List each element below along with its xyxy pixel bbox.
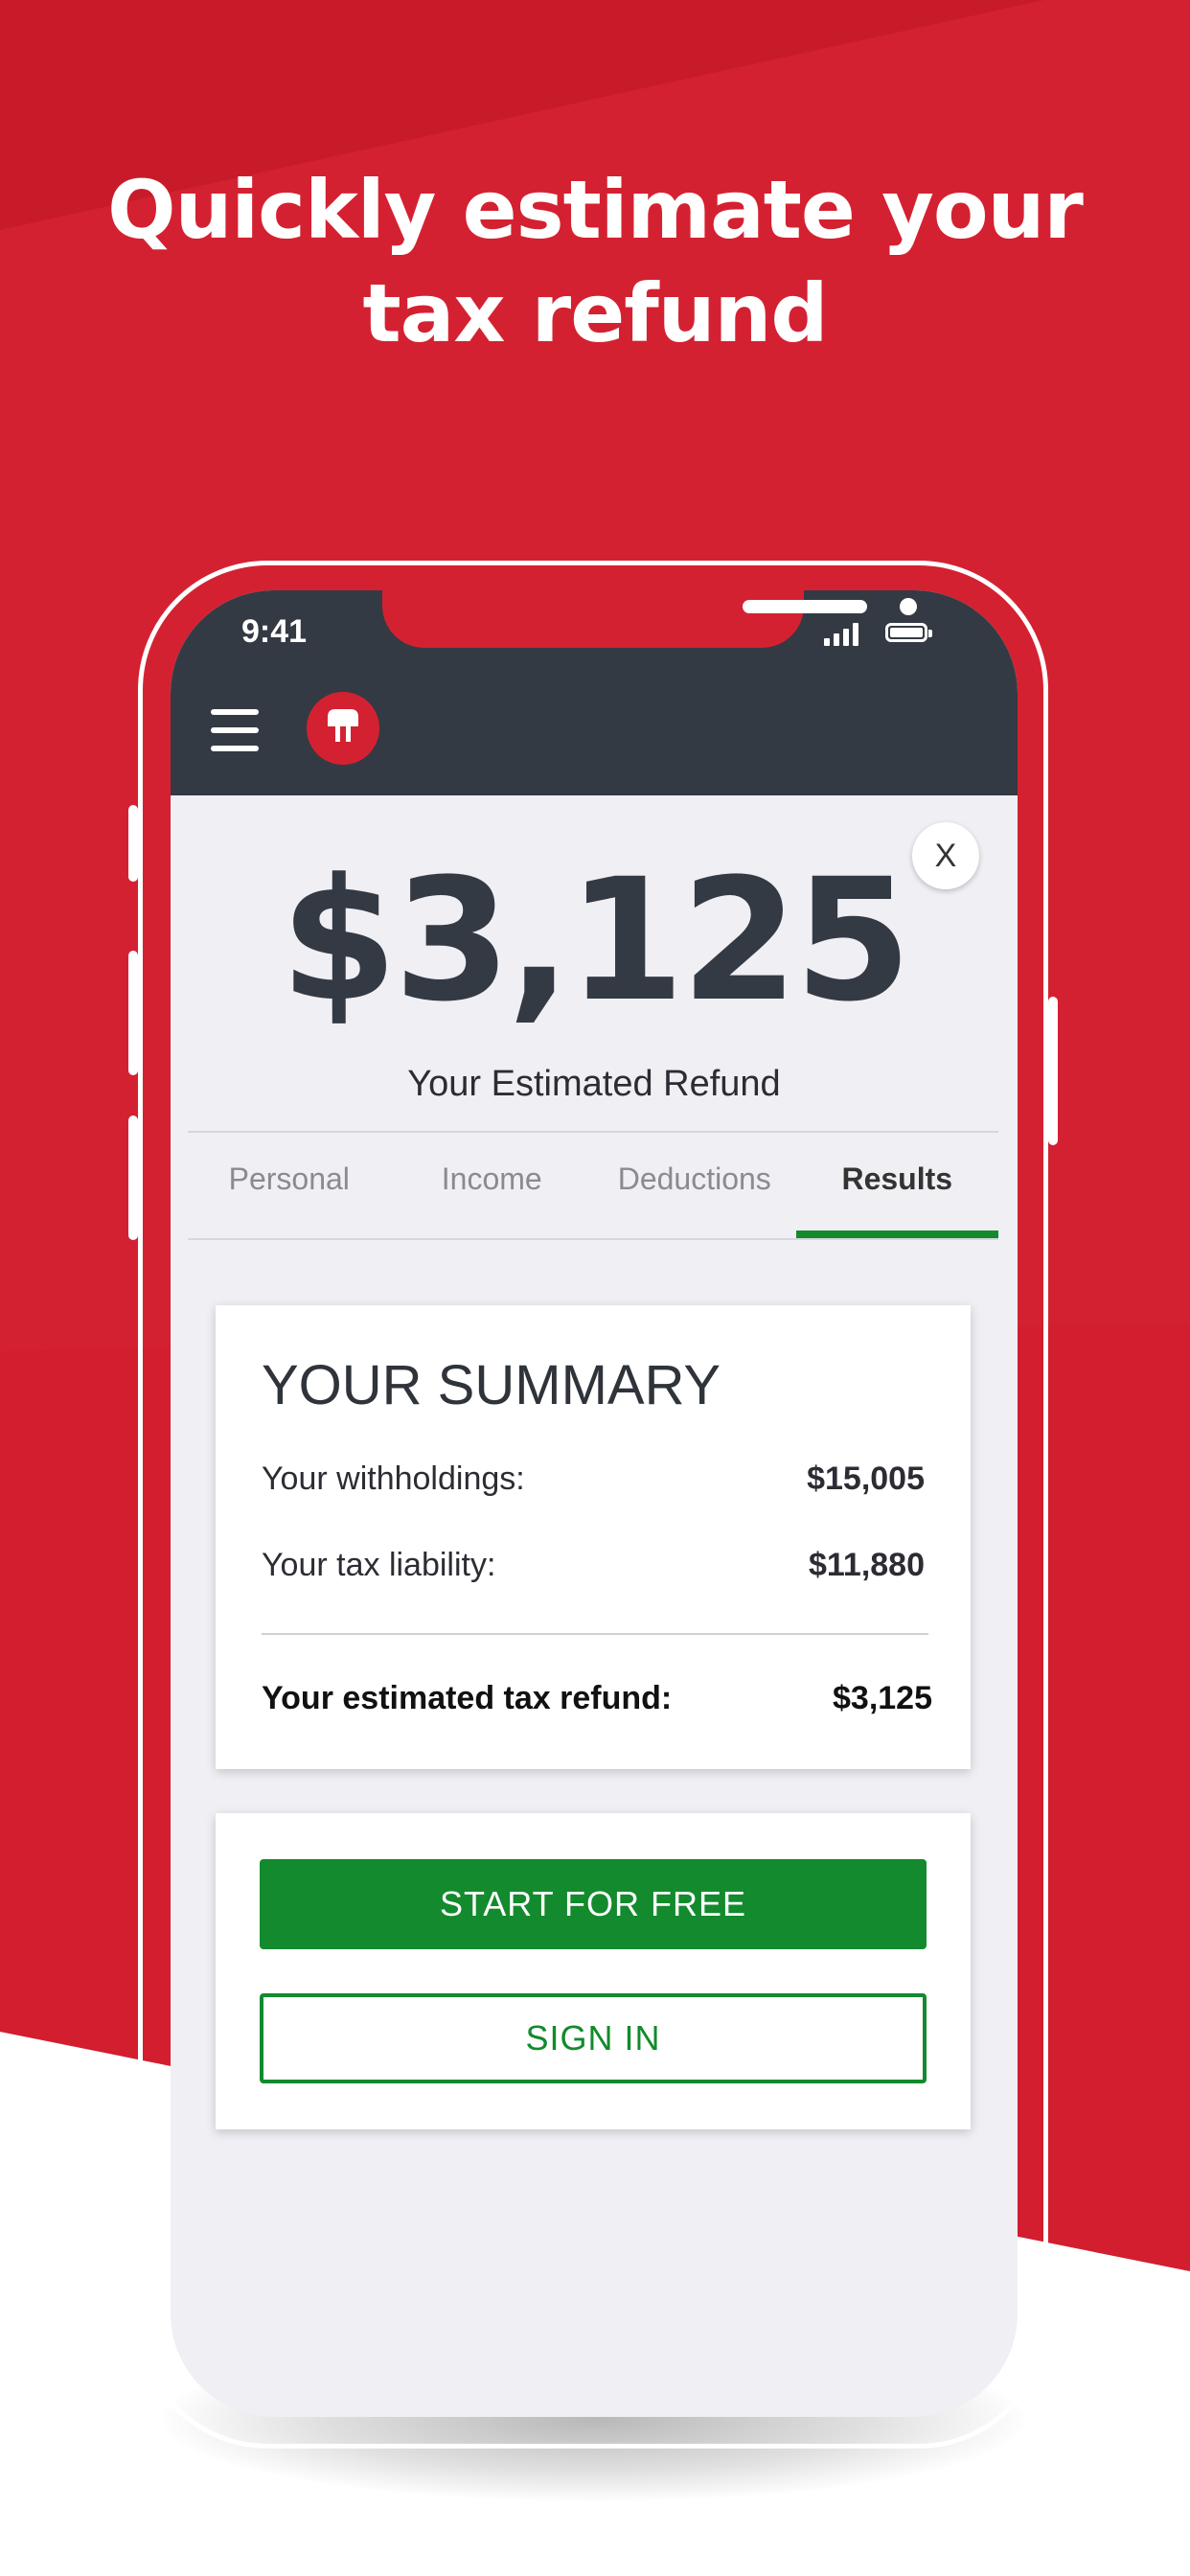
tax-liability-label: Your tax liability: (262, 1547, 496, 1583)
headline-line-2: tax refund (362, 266, 829, 360)
app-header: 9:41 (171, 590, 1018, 795)
front-camera (900, 598, 917, 615)
signal-bars-icon (824, 623, 858, 646)
refund-amount: $3,125 (280, 842, 911, 1039)
battery-icon (885, 623, 932, 642)
headline: Quickly estimate your tax refund (0, 158, 1190, 365)
tab-results[interactable]: Results (795, 1133, 999, 1238)
estimated-refund-row: Your estimated tax refund: $3,125 (262, 1680, 932, 1728)
spartan-helmet-logo[interactable] (307, 692, 379, 765)
phone-screen: 9:41 X $3,125 Your Estimated Refund Pers… (171, 590, 1018, 2417)
tax-liability-row: Your tax liability: $11,880 (262, 1547, 925, 1595)
estimated-refund-value: $3,125 (833, 1680, 932, 1716)
withholdings-label: Your withholdings: (262, 1460, 525, 1497)
tab-bar: Personal Income Deductions Results (188, 1131, 998, 1240)
estimated-refund-label: Your estimated tax refund: (262, 1680, 673, 1716)
withholdings-value: $15,005 (807, 1460, 925, 1497)
phone-power-button (1048, 997, 1058, 1145)
phone-volume-down-button (128, 1116, 138, 1240)
start-for-free-button[interactable]: START FOR FREE (260, 1859, 927, 1949)
status-time: 9:41 (241, 613, 308, 650)
summary-title: YOUR SUMMARY (262, 1354, 721, 1416)
phone-volume-up-button (128, 951, 138, 1075)
withholdings-row: Your withholdings: $15,005 (262, 1460, 925, 1508)
summary-card: YOUR SUMMARY Your withholdings: $15,005 … (216, 1305, 971, 1769)
sign-in-button[interactable]: SIGN IN (260, 1993, 927, 2083)
summary-divider (262, 1633, 928, 1635)
tab-income[interactable]: Income (391, 1133, 594, 1238)
helmet-icon (328, 709, 358, 742)
actions-card: START FOR FREE SIGN IN (216, 1813, 971, 2129)
hamburger-menu-icon[interactable] (211, 709, 259, 751)
refund-label: Your Estimated Refund (407, 1064, 781, 1104)
tax-liability-value: $11,880 (808, 1547, 925, 1583)
phone-silent-switch (128, 805, 138, 882)
headline-line-1: Quickly estimate your (107, 163, 1084, 257)
speaker-grille (743, 600, 867, 613)
tab-deductions[interactable]: Deductions (593, 1133, 796, 1238)
notch (382, 590, 917, 648)
tab-personal[interactable]: Personal (188, 1133, 391, 1238)
